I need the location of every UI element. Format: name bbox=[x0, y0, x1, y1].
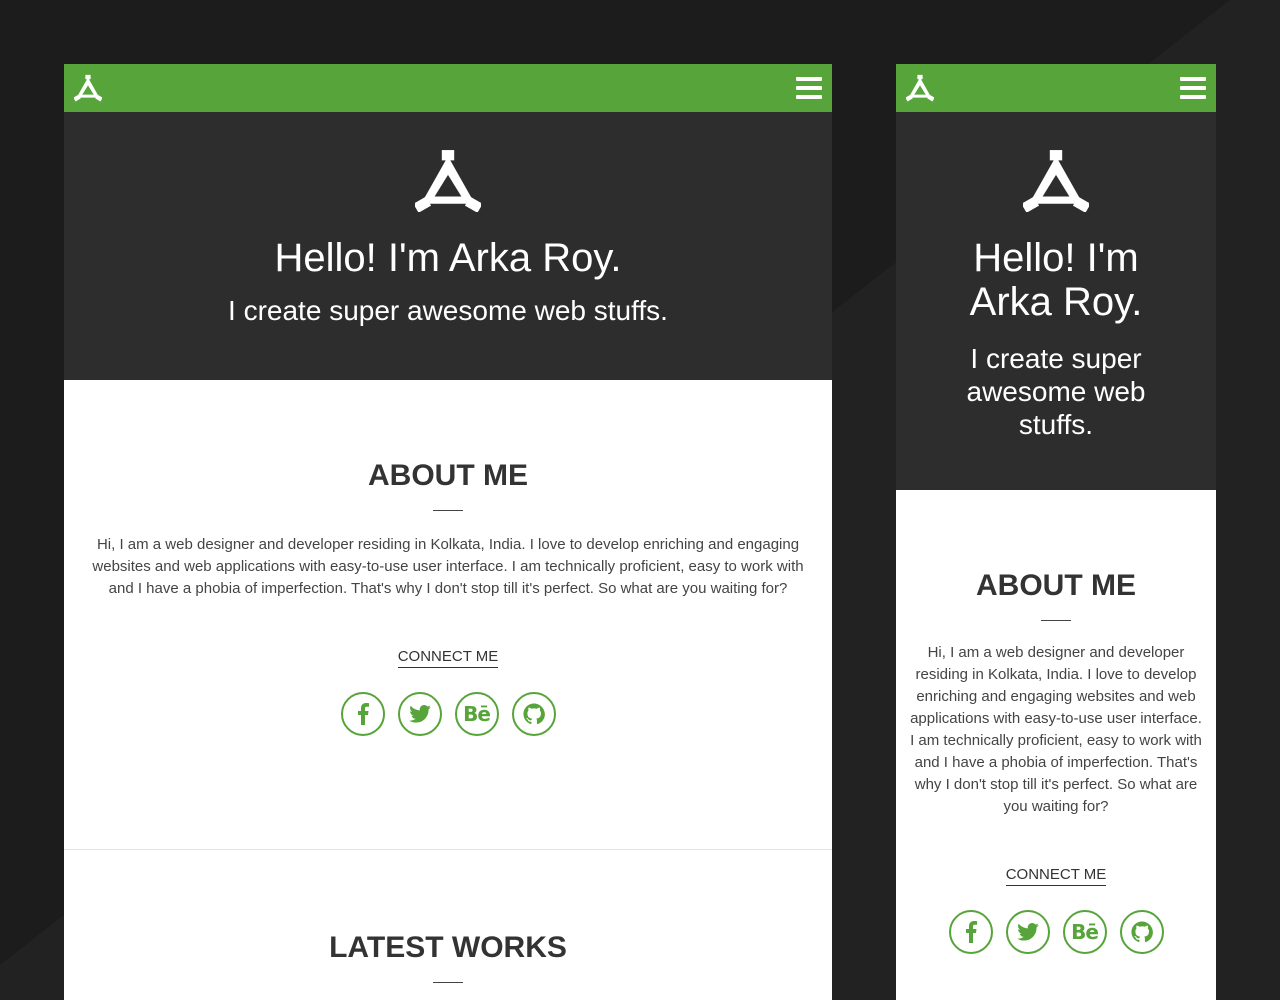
about-section: ABOUT ME Hi, I am a web designer and dev… bbox=[896, 490, 1216, 954]
heading-divider bbox=[433, 982, 463, 983]
hero-subtitle: I create super awesome web stuffs. bbox=[966, 343, 1146, 440]
logo-icon[interactable] bbox=[906, 74, 934, 102]
behance-icon[interactable]: Bē bbox=[1062, 910, 1107, 954]
behance-text: Bē bbox=[463, 702, 491, 726]
hero-title: Hello! I'm Arka Roy. bbox=[969, 236, 1143, 324]
behance-text: Bē bbox=[1071, 920, 1099, 944]
facebook-icon[interactable] bbox=[948, 910, 993, 954]
mobile-preview: Hello! I'm Arka Roy. I create super awes… bbox=[896, 64, 1216, 1000]
connect-me-link[interactable]: CONNECT ME bbox=[1005, 866, 1107, 886]
about-heading: ABOUT ME bbox=[976, 569, 1136, 602]
connect-me-link[interactable]: CONNECT ME bbox=[397, 648, 499, 668]
desktop-preview: Hello! I'm Arka Roy. I create super awes… bbox=[64, 64, 832, 1000]
hero-section: Hello! I'm Arka Roy. I create super awes… bbox=[64, 112, 832, 380]
heading-divider bbox=[1041, 620, 1071, 621]
about-bio: Hi, I am a web designer and developer re… bbox=[92, 536, 804, 597]
works-heading: LATEST WORKS bbox=[329, 931, 567, 964]
works-section: LATEST WORKS bbox=[64, 850, 832, 983]
social-links: Bē bbox=[896, 910, 1216, 954]
twitter-icon[interactable] bbox=[397, 692, 442, 736]
about-heading: ABOUT ME bbox=[368, 459, 528, 492]
hero-title: Hello! I'm Arka Roy. bbox=[274, 236, 622, 280]
about-bio: Hi, I am a web designer and developer re… bbox=[910, 644, 1202, 815]
navbar bbox=[64, 64, 832, 112]
facebook-icon[interactable] bbox=[340, 692, 385, 736]
twitter-icon[interactable] bbox=[1005, 910, 1050, 954]
about-section: ABOUT ME Hi, I am a web designer and dev… bbox=[64, 380, 832, 850]
social-links: Bē bbox=[64, 692, 832, 736]
behance-icon[interactable]: Bē bbox=[454, 692, 499, 736]
logo-icon[interactable] bbox=[74, 74, 102, 102]
hero-logo-icon bbox=[1023, 150, 1089, 212]
hamburger-menu-icon[interactable] bbox=[796, 77, 822, 99]
github-icon[interactable] bbox=[511, 692, 556, 736]
hero-section: Hello! I'm Arka Roy. I create super awes… bbox=[896, 112, 1216, 490]
github-icon[interactable] bbox=[1119, 910, 1164, 954]
hamburger-menu-icon[interactable] bbox=[1180, 77, 1206, 99]
heading-divider bbox=[433, 510, 463, 511]
navbar bbox=[896, 64, 1216, 112]
hero-subtitle: I create super awesome web stuffs. bbox=[228, 295, 668, 326]
hero-logo-icon bbox=[415, 150, 481, 212]
